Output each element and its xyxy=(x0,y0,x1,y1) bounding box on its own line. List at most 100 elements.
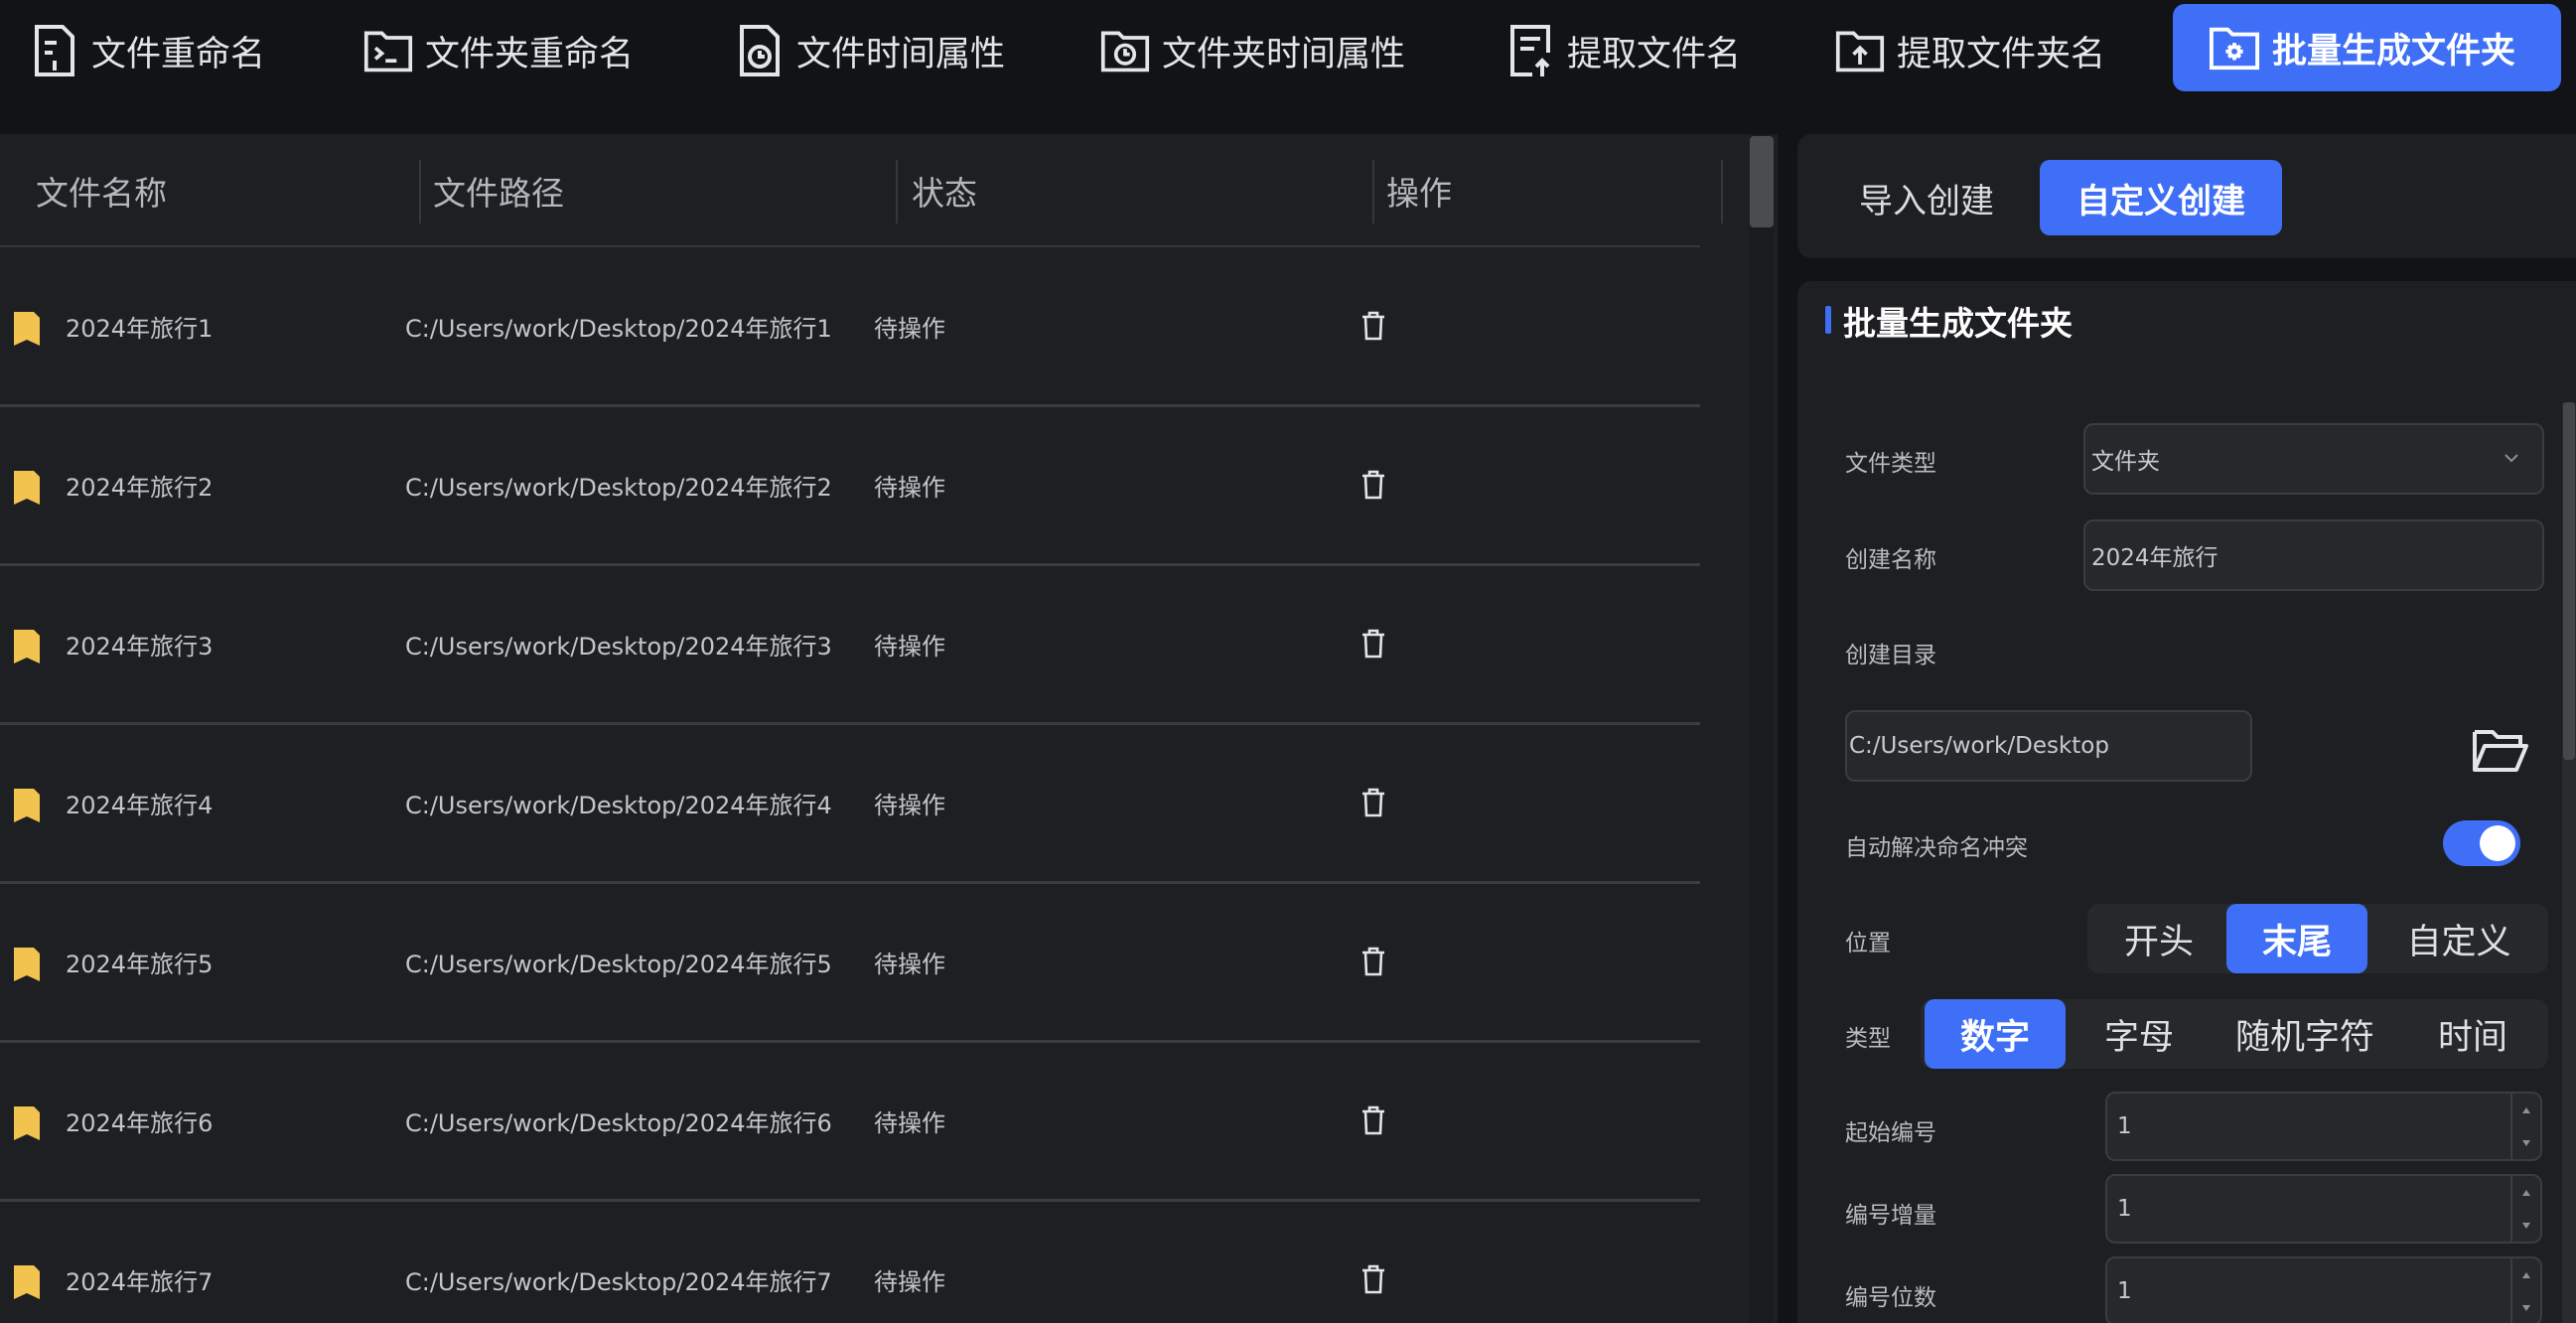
form-scrollbar-thumb[interactable] xyxy=(2563,402,2575,760)
start-number-stepper[interactable]: 1 xyxy=(2105,1092,2542,1161)
start-number-label: 起始编号 xyxy=(1845,1120,1936,1146)
folder-icon xyxy=(14,630,40,663)
type-option-time[interactable]: 时间 xyxy=(2403,999,2542,1069)
folder-icon xyxy=(14,471,40,505)
file-rename-icon xyxy=(30,23,79,78)
folder-clock-icon xyxy=(1100,23,1150,78)
tab-folder-time-label: 文件夹时间属性 xyxy=(1162,34,1406,74)
browse-folder-icon[interactable] xyxy=(2471,724,2530,776)
file-table: 文件名称 文件路径 状态 操作 2024年旅行1 C:/Users/work/De… xyxy=(0,134,1778,1323)
table-scrollbar[interactable] xyxy=(1750,134,1774,1323)
tab-import-create[interactable]: 导入创建 xyxy=(1837,160,2016,235)
spin-buttons xyxy=(2510,1258,2540,1323)
folder-icon xyxy=(14,1106,40,1140)
increment-stepper[interactable]: 1 xyxy=(2105,1174,2542,1244)
create-dir-label: 创建目录 xyxy=(1845,643,1936,668)
row-file-name: 2024年旅行6 xyxy=(66,1108,214,1137)
row-status: 待操作 xyxy=(874,1108,945,1137)
table-scrollbar-thumb[interactable] xyxy=(1750,136,1774,227)
tab-folder-time[interactable]: 文件夹时间属性 xyxy=(1100,0,1405,101)
column-header-status[interactable]: 状态 xyxy=(912,134,977,247)
digits-stepper[interactable]: 1 xyxy=(2105,1256,2542,1323)
increment-value: 1 xyxy=(2117,1196,2132,1222)
folder-icon xyxy=(14,1265,40,1299)
type-label: 类型 xyxy=(1845,1026,1891,1052)
row-file-name: 2024年旅行5 xyxy=(66,950,214,978)
delete-icon[interactable] xyxy=(1360,946,1386,977)
decrement-button[interactable] xyxy=(2512,1209,2540,1242)
tab-extract-filename-label: 提取文件名 xyxy=(1567,34,1742,74)
section-accent-bar xyxy=(1825,306,1831,334)
increment-button[interactable] xyxy=(2512,1094,2540,1126)
decrement-button[interactable] xyxy=(2512,1291,2540,1323)
start-number-value: 1 xyxy=(2117,1113,2132,1139)
position-option-custom[interactable]: 自定义 xyxy=(2375,904,2542,973)
row-file-path: C:/Users/work/Desktop/2024年旅行4 xyxy=(405,791,832,819)
folder-terminal-icon xyxy=(363,23,413,78)
row-file-path: C:/Users/work/Desktop/2024年旅行2 xyxy=(405,473,832,502)
create-name-label: 创建名称 xyxy=(1845,547,1936,573)
file-type-select[interactable]: 文件夹 xyxy=(2083,423,2544,495)
batch-create-form: 批量生成文件夹 文件类型 文件夹 创建名称 2024年旅行 创建目录 C:/Us… xyxy=(1797,281,2576,1323)
delete-icon[interactable] xyxy=(1360,469,1386,501)
tab-batch-create-folders[interactable]: 批量生成文件夹 xyxy=(2173,4,2562,91)
tab-extract-foldername[interactable]: 提取文件夹名 xyxy=(1835,0,2105,101)
create-name-input[interactable]: 2024年旅行 xyxy=(2083,519,2544,591)
increment-button[interactable] xyxy=(2512,1176,2540,1209)
column-divider[interactable] xyxy=(419,160,421,223)
auto-resolve-toggle[interactable] xyxy=(2443,820,2520,866)
increment-button[interactable] xyxy=(2512,1258,2540,1291)
folder-icon xyxy=(14,312,40,346)
row-status: 待操作 xyxy=(874,791,945,819)
tab-file-time[interactable]: 文件时间属性 xyxy=(735,0,1005,101)
table-row[interactable]: 2024年旅行2 C:/Users/work/Desktop/2024年旅行2 待操… xyxy=(0,407,1700,566)
delete-icon[interactable] xyxy=(1360,1263,1386,1295)
delete-icon[interactable] xyxy=(1360,628,1386,660)
row-status: 待操作 xyxy=(874,632,945,661)
table-row[interactable]: 2024年旅行4 C:/Users/work/Desktop/2024年旅行4 待操… xyxy=(0,725,1700,884)
position-label: 位置 xyxy=(1845,931,1891,956)
delete-icon[interactable] xyxy=(1360,1104,1386,1136)
auto-resolve-label: 自动解决命名冲突 xyxy=(1845,835,2028,861)
column-header-path[interactable]: 文件路径 xyxy=(433,134,564,247)
decrement-button[interactable] xyxy=(2512,1126,2540,1159)
create-dir-value: C:/Users/work/Desktop xyxy=(1849,733,2109,759)
delete-icon[interactable] xyxy=(1360,787,1386,818)
tab-file-rename[interactable]: 文件重命名 xyxy=(30,0,265,101)
table-row[interactable]: 2024年旅行1 C:/Users/work/Desktop/2024年旅行1 待操… xyxy=(0,248,1700,407)
position-option-start[interactable]: 开头 xyxy=(2099,904,2218,973)
table-row[interactable]: 2024年旅行5 C:/Users/work/Desktop/2024年旅行5 待操… xyxy=(0,884,1700,1043)
type-option-number[interactable]: 数字 xyxy=(1925,999,2066,1069)
column-divider[interactable] xyxy=(1372,160,1374,223)
top-toolbar: 文件重命名 文件夹重命名 文件时间属性 文件夹时间属性 提取文件名 提取文件夹名… xyxy=(0,0,2576,111)
tab-extract-filename[interactable]: 提取文件名 xyxy=(1505,0,1741,101)
column-divider[interactable] xyxy=(1721,160,1723,223)
row-status: 待操作 xyxy=(874,1267,945,1296)
row-file-path: C:/Users/work/Desktop/2024年旅行7 xyxy=(405,1267,832,1296)
create-name-value: 2024年旅行 xyxy=(2091,545,2218,571)
position-option-end[interactable]: 末尾 xyxy=(2226,904,2367,973)
tab-folder-rename-label: 文件夹重命名 xyxy=(425,34,635,74)
row-file-name: 2024年旅行2 xyxy=(66,473,214,502)
type-option-letter[interactable]: 字母 xyxy=(2070,999,2209,1069)
delete-icon[interactable] xyxy=(1360,310,1386,342)
tab-folder-rename[interactable]: 文件夹重命名 xyxy=(363,0,634,101)
column-header-name[interactable]: 文件名称 xyxy=(36,134,167,247)
table-row[interactable]: 2024年旅行3 C:/Users/work/Desktop/2024年旅行3 待操… xyxy=(0,566,1700,725)
table-row[interactable]: 2024年旅行7 C:/Users/work/Desktop/2024年旅行7 待操… xyxy=(0,1202,1700,1323)
row-file-path: C:/Users/work/Desktop/2024年旅行3 xyxy=(405,632,832,661)
folder-icon xyxy=(14,948,40,981)
folder-upload-icon xyxy=(1835,23,1885,78)
create-mode-tabs: 导入创建 自定义创建 xyxy=(1797,134,2576,258)
create-dir-input[interactable]: C:/Users/work/Desktop xyxy=(1845,710,2252,782)
folder-icon xyxy=(14,789,40,822)
tab-extract-foldername-label: 提取文件夹名 xyxy=(1897,34,2106,74)
type-option-random[interactable]: 随机字符 xyxy=(2211,999,2399,1069)
column-header-action[interactable]: 操作 xyxy=(1386,134,1452,247)
column-divider[interactable] xyxy=(896,160,898,223)
table-row[interactable]: 2024年旅行6 C:/Users/work/Desktop/2024年旅行6 待操… xyxy=(0,1043,1700,1202)
tab-custom-create[interactable]: 自定义创建 xyxy=(2040,160,2282,235)
folder-gear-icon xyxy=(2209,21,2260,74)
file-clock-icon xyxy=(735,23,785,78)
file-type-value: 文件夹 xyxy=(2091,449,2160,475)
